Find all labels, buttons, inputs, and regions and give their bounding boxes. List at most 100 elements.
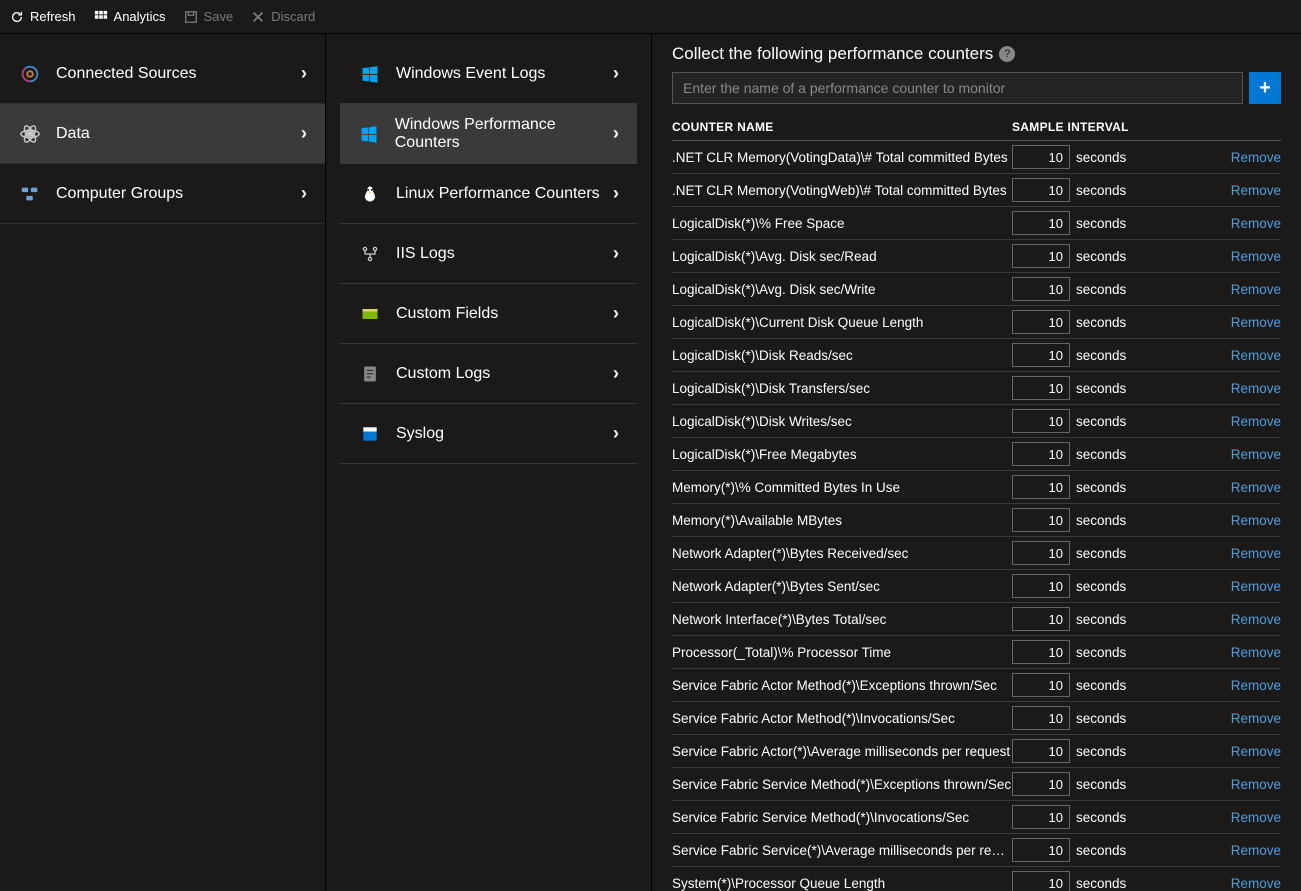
remove-link[interactable]: Remove (1231, 876, 1281, 891)
counter-name: Service Fabric Service(*)\Average millis… (672, 843, 1012, 858)
remove-link[interactable]: Remove (1231, 216, 1281, 231)
remove-link[interactable]: Remove (1231, 480, 1281, 495)
seconds-label: seconds (1076, 414, 1126, 429)
chevron-right-icon: › (613, 63, 619, 84)
counter-name: LogicalDisk(*)\Free Megabytes (672, 447, 1012, 462)
counter-interval: seconds (1012, 838, 1172, 862)
counter-interval: seconds (1012, 541, 1172, 565)
nav-connected-sources[interactable]: Connected Sources › (0, 44, 325, 104)
data-icon (18, 122, 42, 146)
remove-link[interactable]: Remove (1231, 678, 1281, 693)
remove-link[interactable]: Remove (1231, 348, 1281, 363)
remove-link[interactable]: Remove (1231, 381, 1281, 396)
nav-syslog[interactable]: Syslog › (340, 404, 637, 464)
counter-row: LogicalDisk(*)\Avg. Disk sec/Writesecond… (672, 273, 1281, 306)
seconds-label: seconds (1076, 216, 1126, 231)
interval-input[interactable] (1012, 244, 1070, 268)
remove-link[interactable]: Remove (1231, 645, 1281, 660)
counter-row: Network Adapter(*)\Bytes Sent/secseconds… (672, 570, 1281, 603)
remove-link[interactable]: Remove (1231, 183, 1281, 198)
remove-link[interactable]: Remove (1231, 744, 1281, 759)
nav-windows-perf-counters[interactable]: Windows Performance Counters › (340, 104, 637, 164)
remove-link[interactable]: Remove (1231, 579, 1281, 594)
remove-link[interactable]: Remove (1231, 249, 1281, 264)
counter-row: LogicalDisk(*)\% Free SpacesecondsRemove (672, 207, 1281, 240)
interval-input[interactable] (1012, 805, 1070, 829)
interval-input[interactable] (1012, 871, 1070, 891)
counter-row: Memory(*)\Available MBytes seconds Remove (672, 504, 1281, 537)
discard-button[interactable]: Discard (251, 9, 315, 24)
counter-name: LogicalDisk(*)\Disk Reads/sec (672, 348, 1012, 363)
interval-input[interactable] (1012, 574, 1070, 598)
remove-link[interactable]: Remove (1231, 447, 1281, 462)
remove-link[interactable]: Remove (1231, 843, 1281, 858)
header-counter-name: COUNTER NAME (672, 120, 1012, 134)
refresh-button[interactable]: Refresh (10, 9, 76, 24)
nav-iis-logs[interactable]: IIS Logs › (340, 224, 637, 284)
chevron-right-icon: › (301, 63, 307, 84)
counter-name-input[interactable] (672, 72, 1243, 104)
add-counter-button[interactable]: + (1249, 72, 1281, 104)
interval-input[interactable] (1012, 475, 1070, 499)
header-sample-interval: SAMPLE INTERVAL (1012, 120, 1172, 134)
nav-computer-groups[interactable]: Computer Groups › (0, 164, 325, 224)
nav-data[interactable]: Data › (0, 104, 325, 164)
nav-windows-event-logs[interactable]: Windows Event Logs › (340, 44, 637, 104)
interval-input[interactable] (1012, 442, 1070, 466)
interval-input[interactable] (1012, 211, 1070, 235)
interval-input[interactable] (1012, 310, 1070, 334)
interval-input[interactable] (1012, 607, 1070, 631)
counter-name: LogicalDisk(*)\Disk Writes/sec (672, 414, 1012, 429)
counter-interval: seconds (1012, 805, 1172, 829)
counter-name: Service Fabric Actor(*)\Average millisec… (672, 744, 1012, 759)
interval-input[interactable] (1012, 277, 1070, 301)
seconds-label: seconds (1076, 447, 1126, 462)
nav-custom-fields[interactable]: Custom Fields › (340, 284, 637, 344)
interval-input[interactable] (1012, 508, 1070, 532)
seconds-label: seconds (1076, 513, 1126, 528)
counter-name: Memory(*)\Available MBytes (672, 513, 1012, 528)
counter-row: LogicalDisk(*)\Current Disk Queue Length… (672, 306, 1281, 339)
counter-row: Service Fabric Actor Method(*)\Exception… (672, 669, 1281, 702)
seconds-label: seconds (1076, 810, 1126, 825)
nav-label: IIS Logs (396, 245, 455, 263)
counter-row: LogicalDisk(*)\Disk Transfers/secseconds… (672, 372, 1281, 405)
counter-interval: seconds (1012, 871, 1172, 891)
interval-input[interactable] (1012, 376, 1070, 400)
nav-linux-perf-counters[interactable]: Linux Performance Counters › (340, 164, 637, 224)
remove-link[interactable]: Remove (1231, 150, 1281, 165)
remove-link[interactable]: Remove (1231, 612, 1281, 627)
interval-input[interactable] (1012, 640, 1070, 664)
help-icon[interactable]: ? (999, 46, 1015, 62)
remove-link[interactable]: Remove (1231, 546, 1281, 561)
counter-name: Processor(_Total)\% Processor Time (672, 645, 1012, 660)
analytics-button[interactable]: Analytics (94, 9, 166, 24)
save-button[interactable]: Save (184, 9, 234, 24)
interval-input[interactable] (1012, 772, 1070, 796)
remove-link[interactable]: Remove (1231, 282, 1281, 297)
remove-link[interactable]: Remove (1231, 777, 1281, 792)
custom-logs-icon (358, 362, 382, 386)
interval-input[interactable] (1012, 706, 1070, 730)
interval-input[interactable] (1012, 673, 1070, 697)
remove-link[interactable]: Remove (1231, 513, 1281, 528)
nav-label: Connected Sources (56, 65, 197, 83)
seconds-label: seconds (1076, 711, 1126, 726)
interval-input[interactable] (1012, 145, 1070, 169)
discard-label: Discard (271, 9, 315, 24)
interval-input[interactable] (1012, 409, 1070, 433)
interval-input[interactable] (1012, 343, 1070, 367)
interval-input[interactable] (1012, 739, 1070, 763)
interval-input[interactable] (1012, 838, 1070, 862)
chevron-right-icon: › (613, 243, 619, 264)
interval-input[interactable] (1012, 178, 1070, 202)
nav-custom-logs[interactable]: Custom Logs › (340, 344, 637, 404)
counter-interval: seconds (1012, 739, 1172, 763)
remove-link[interactable]: Remove (1231, 414, 1281, 429)
seconds-label: seconds (1076, 480, 1126, 495)
remove-link[interactable]: Remove (1231, 810, 1281, 825)
save-label: Save (204, 9, 234, 24)
remove-link[interactable]: Remove (1231, 711, 1281, 726)
interval-input[interactable] (1012, 541, 1070, 565)
remove-link[interactable]: Remove (1231, 315, 1281, 330)
